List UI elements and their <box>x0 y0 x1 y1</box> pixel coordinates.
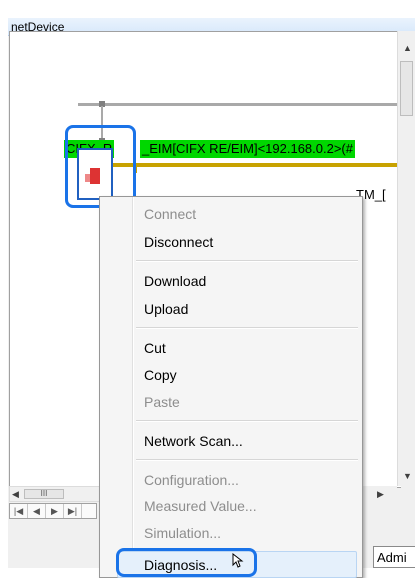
menu-item-disconnect[interactable]: Disconnect <box>144 232 213 252</box>
device-label-continuation[interactable]: _EIM[CIFX RE/EIM]<192.168.0.2>(# <box>140 140 355 158</box>
menu-separator <box>136 420 358 422</box>
menu-separator <box>136 327 358 329</box>
menu-item-connect[interactable]: Connect <box>144 204 196 224</box>
menu-item-network-scan[interactable]: Network Scan... <box>144 431 243 451</box>
menu-item-simulation[interactable]: Simulation... <box>144 523 221 543</box>
scroll-left-icon[interactable]: ◀ <box>12 489 19 500</box>
menu-item-copy[interactable]: Copy <box>144 365 177 385</box>
horizontal-scrollbar-right[interactable]: ▶ <box>357 486 397 502</box>
scroll-right-icon[interactable]: ▶ <box>377 489 384 500</box>
last-page-icon[interactable]: ▶| <box>64 504 82 518</box>
menu-item-upload[interactable]: Upload <box>144 299 188 319</box>
page-navigation-bar: |◀ ◀ ▶ ▶| <box>9 503 97 519</box>
ethernet-bus-line <box>78 103 401 106</box>
menu-item-cut[interactable]: Cut <box>144 338 166 358</box>
vertical-scrollbar[interactable]: ▲ ▼ <box>397 31 415 486</box>
horizontal-scroll-thumb[interactable]: III <box>24 489 64 499</box>
menu-item-measured-value[interactable]: Measured Value... <box>144 496 257 516</box>
menu-separator <box>136 260 358 262</box>
menu-item-download[interactable]: Download <box>144 271 206 291</box>
vertical-scroll-thumb[interactable] <box>400 61 413 116</box>
previous-page-icon[interactable]: ◀ <box>28 504 46 518</box>
context-menu: Connect Disconnect Download Upload Cut C… <box>99 196 363 578</box>
menu-item-paste[interactable]: Paste <box>144 392 180 412</box>
menu-item-configuration[interactable]: Configuration... <box>144 470 239 490</box>
next-page-icon[interactable]: ▶ <box>46 504 64 518</box>
first-page-icon[interactable]: |◀ <box>10 504 28 518</box>
scroll-down-icon[interactable]: ▼ <box>403 471 412 481</box>
scroll-up-icon[interactable]: ▲ <box>403 43 412 53</box>
horizontal-scrollbar[interactable]: ◀ III <box>9 486 113 502</box>
mouse-pointer-icon <box>232 553 244 568</box>
menu-icon-gutter <box>132 197 134 577</box>
fieldbus-line <box>109 163 401 167</box>
menu-separator <box>136 459 358 461</box>
admin-tab[interactable]: Admi <box>373 546 415 568</box>
